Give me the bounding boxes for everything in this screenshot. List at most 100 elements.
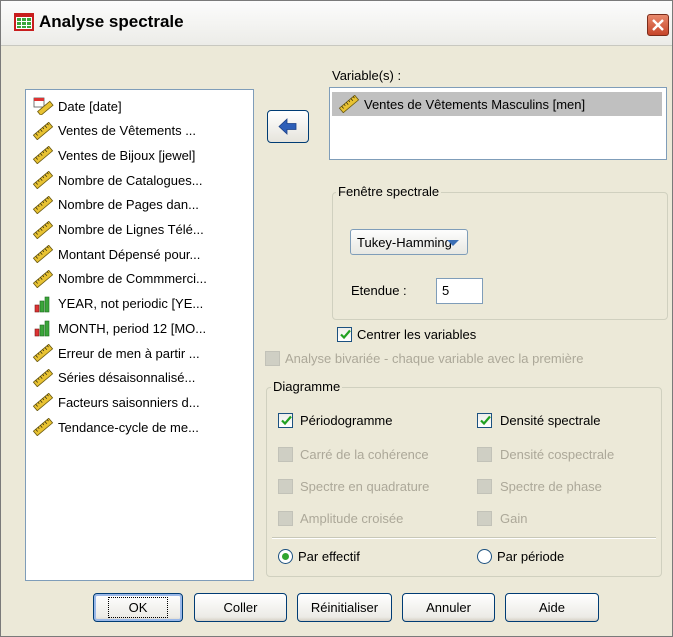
scale-ruler-icon [32, 195, 54, 214]
radio-dot [282, 553, 289, 560]
list-item[interactable]: Nombre de Pages dan... [32, 195, 199, 215]
quadrature-checkbox[interactable] [278, 479, 293, 494]
list-item-label: Montant Dépensé pour... [58, 246, 201, 262]
bivariate-checkbox[interactable] [265, 351, 280, 366]
list-item[interactable]: Nombre de Catalogues... [32, 170, 203, 190]
scale-ruler-icon [32, 269, 54, 288]
list-item[interactable]: Séries désaisonnalisé... [32, 368, 195, 388]
title-bar[interactable]: Analyse spectrale [1, 1, 672, 46]
scale-ruler-icon [32, 393, 54, 412]
by-period-radio[interactable] [477, 549, 492, 564]
spectral-analysis-dialog: Analyse spectrale Date [date] Ventes de V… [0, 0, 673, 637]
cross-amplitude-label: Amplitude croisée [300, 511, 404, 526]
list-item-label: Nombre de Pages dan... [58, 197, 199, 213]
ordinal-bars-icon [34, 296, 50, 312]
center-variables-checkbox[interactable] [337, 327, 352, 342]
help-button-label: Aide [538, 600, 566, 615]
list-item[interactable]: Erreur de men à partir ... [32, 343, 200, 363]
coherence-checkbox[interactable] [278, 447, 293, 462]
target-variable-list[interactable]: Ventes de Vêtements Masculins [men] [329, 87, 667, 160]
reset-button[interactable]: Réinitialiser [297, 593, 392, 622]
list-item-label: Erreur de men à partir ... [58, 345, 200, 361]
scale-ruler-icon [32, 220, 54, 239]
periodogram-checkbox[interactable] [278, 413, 293, 428]
list-item[interactable]: Nombre de Commmerci... [32, 269, 207, 289]
window-title: Analyse spectrale [39, 12, 184, 31]
span-input[interactable]: 5 [436, 278, 483, 304]
bivariate-label: Analyse bivariée - chaque variable avec … [285, 351, 584, 366]
list-item-label: Nombre de Commmerci... [58, 271, 207, 287]
list-item[interactable]: Nombre de Lignes Télé... [32, 220, 204, 240]
help-button[interactable]: Aide [505, 593, 599, 622]
phase-checkbox[interactable] [477, 479, 492, 494]
by-frequency-label: Par effectif [298, 549, 360, 564]
periodogram-label: Périodogramme [300, 413, 393, 428]
list-item[interactable]: Ventes de Bijoux [jewel] [32, 145, 195, 165]
plot-title: Diagramme [271, 379, 343, 394]
spectral-window-select[interactable]: Tukey-Hamming [350, 229, 468, 255]
ok-button-label: OK [107, 597, 169, 618]
span-label: Etendue : [351, 283, 407, 298]
spectral-window-group: Fenêtre spectrale [332, 184, 668, 320]
list-item[interactable]: Tendance-cycle de me... [32, 417, 199, 437]
list-item[interactable]: Montant Dépensé pour... [32, 244, 200, 264]
cospectral-checkbox[interactable] [477, 447, 492, 462]
arrow-left-icon [278, 118, 297, 135]
spectral-window-title: Fenêtre spectrale [336, 184, 442, 199]
list-item-label: Nombre de Lignes Télé... [58, 222, 204, 237]
scale-ruler-icon [32, 146, 54, 165]
list-item-label: YEAR, not periodic [YE... [58, 296, 204, 312]
plot-divider [272, 537, 656, 539]
close-icon [652, 19, 664, 31]
checkmark-icon [340, 329, 351, 340]
list-item[interactable]: Date [date] [32, 96, 122, 116]
variables-label: Variable(s) : [332, 68, 402, 83]
list-item-label: MONTH, period 12 [MO... [58, 320, 207, 336]
center-variables-label: Centrer les variables [357, 327, 477, 342]
by-frequency-radio[interactable] [278, 549, 293, 564]
cospectral-label: Densité cospectrale [500, 447, 615, 462]
gain-label: Gain [500, 511, 528, 526]
cancel-button[interactable]: Annuler [402, 593, 495, 622]
scale-ruler-icon [338, 95, 360, 113]
list-item[interactable]: Ventes de Vêtements Masculins [men] [332, 92, 662, 116]
list-item-label: Date [date] [58, 98, 122, 114]
source-variable-list[interactable]: Date [date] Ventes de Vêtements ... Ventes… [25, 89, 254, 581]
spectral-window-value: Tukey-Hamming [357, 235, 452, 250]
list-item-label: Ventes de Bijoux [jewel] [58, 147, 196, 163]
list-item-label: Ventes de Vêtements Masculins [men] [364, 96, 586, 112]
scale-ruler-icon [32, 171, 54, 190]
scale-ruler-icon [32, 344, 54, 362]
quadrature-label: Spectre en quadrature [300, 479, 430, 494]
list-item[interactable]: Ventes de Vêtements ... [32, 121, 196, 141]
reset-button-label: Réinitialiser [310, 600, 379, 615]
move-variable-button[interactable] [267, 110, 309, 143]
chevron-down-icon [447, 240, 459, 246]
by-period-label: Par période [497, 549, 565, 564]
list-item[interactable]: Facteurs saisonniers d... [32, 392, 200, 412]
close-button[interactable] [647, 14, 669, 36]
list-item-label: Séries désaisonnalisé... [58, 370, 196, 386]
paste-button-label: Coller [223, 600, 258, 615]
list-item-label: Ventes de Vêtements ... [58, 123, 197, 139]
scale-ruler-icon [32, 245, 54, 264]
cancel-button-label: Annuler [426, 600, 471, 615]
list-item-label: Facteurs saisonniers d... [58, 394, 200, 410]
dialog-body: Date [date] Ventes de Vêtements ... Ventes… [10, 46, 668, 634]
checkmark-icon [281, 415, 292, 426]
gain-checkbox[interactable] [477, 511, 492, 526]
spectral-app-icon [14, 13, 34, 31]
list-item[interactable]: MONTH, period 12 [MO... [32, 318, 206, 338]
checkmark-icon [480, 415, 491, 426]
ok-button[interactable]: OK [93, 593, 183, 622]
cross-amplitude-checkbox[interactable] [278, 511, 293, 526]
spectral-density-checkbox[interactable] [477, 413, 492, 428]
date-ruler-icon [33, 97, 54, 115]
ordinal-bars-icon [34, 320, 50, 337]
coherence-label: Carré de la cohérence [300, 447, 429, 462]
list-item-label: Nombre de Catalogues... [58, 172, 203, 188]
list-item[interactable]: YEAR, not periodic [YE... [32, 294, 203, 314]
spectral-density-label: Densité spectrale [500, 413, 601, 428]
paste-button[interactable]: Coller [194, 593, 287, 622]
phase-label: Spectre de phase [500, 479, 602, 494]
